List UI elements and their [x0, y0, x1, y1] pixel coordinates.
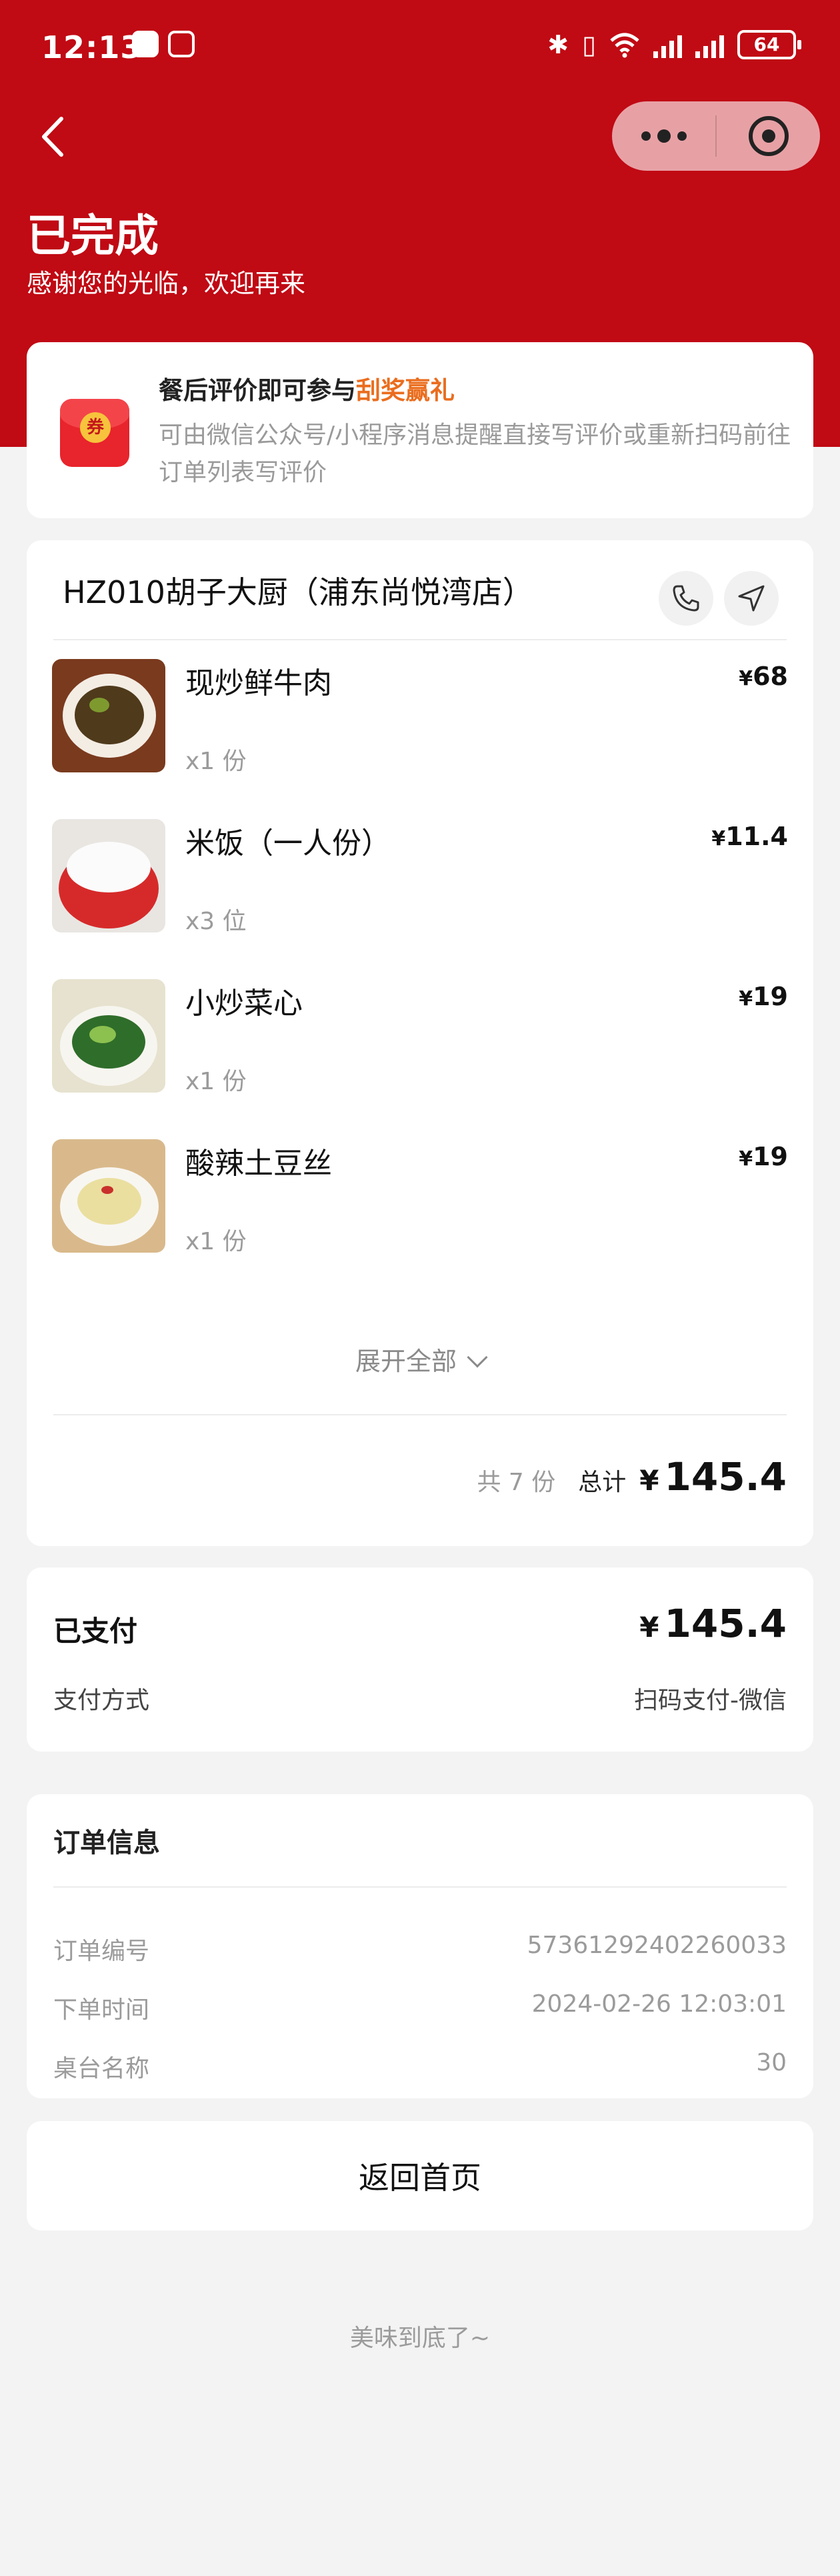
paid-label: 已支付	[53, 1615, 138, 1648]
battery-icon: 64	[737, 30, 801, 59]
dish-price: ¥19	[739, 1142, 788, 1171]
promo-title: 餐后评价即可参与刮奖赢礼	[159, 376, 455, 405]
payment-method-label: 支付方式	[53, 1687, 150, 1714]
navigate-store-button[interactable]	[724, 571, 779, 626]
total-amount: ¥145.4	[639, 1454, 787, 1499]
chevron-left-icon	[42, 117, 63, 157]
status-system-icons: ✱ ▯ 64	[547, 28, 801, 61]
signal-icon	[653, 31, 682, 58]
dish-price: ¥19	[739, 982, 788, 1011]
payment-method-value: 扫码支付-微信	[634, 1687, 787, 1714]
footer-note: 美味到底了~	[349, 2325, 491, 2352]
more-dot-icon	[677, 131, 687, 141]
info-row-order-number: 订单编号 57361292402260033	[53, 1932, 787, 1965]
dish-image	[52, 1139, 165, 1253]
info-row-order-time: 下单时间 2024-02-26 12:03:01	[53, 1990, 787, 2024]
more-dot-icon	[657, 129, 671, 143]
dish-price: ¥11.4	[711, 822, 788, 851]
chat-notification-icon	[132, 31, 159, 57]
order-info-title: 订单信息	[53, 1828, 160, 1858]
nfc-icon	[168, 31, 195, 57]
signal-icon-2	[695, 31, 724, 58]
coupon-red-envelope-icon: 券	[60, 392, 129, 467]
miniprogram-capsule	[612, 101, 820, 171]
vibrate-icon: ▯	[582, 30, 596, 59]
status-time: 12:13	[41, 29, 143, 65]
call-store-button[interactable]	[659, 571, 713, 626]
page-subtitle: 感谢您的光临，欢迎再来	[27, 269, 306, 298]
back-home-button[interactable]: 返回首页	[27, 2121, 813, 2230]
dish-item: 米饭（一人份） x3 位 ¥11.4	[52, 819, 788, 939]
payment-card: 已支付 ¥145.4 支付方式 扫码支付-微信	[27, 1567, 813, 1752]
more-dot-icon	[641, 131, 651, 141]
bluetooth-icon: ✱	[547, 30, 569, 59]
paid-amount: ¥145.4	[639, 1601, 787, 1646]
order-info-card: 订单信息 订单编号 57361292402260033 下单时间 2024-02…	[27, 1794, 813, 2098]
expand-all-button[interactable]: 展开全部	[27, 1341, 813, 1377]
status-bar: 12:13 ✱ ▯ 64	[0, 0, 840, 100]
dish-price: ¥68	[739, 662, 788, 691]
chevron-down-icon	[467, 1347, 488, 1368]
store-name: HZ010胡子大厨（浦东尚悦湾店）	[63, 574, 533, 610]
order-total: 共 7 份 总计 ¥145.4	[477, 1454, 787, 1499]
back-button[interactable]	[32, 113, 79, 160]
divider	[53, 639, 787, 640]
page-title: 已完成	[27, 210, 159, 261]
total-label: 总计	[578, 1469, 627, 1496]
close-miniprogram-button[interactable]	[717, 101, 820, 171]
more-button[interactable]	[612, 101, 715, 171]
target-icon	[748, 116, 789, 156]
order-card: HZ010胡子大厨（浦东尚悦湾店） 现炒鲜牛肉 x1 份 ¥68 米饭（一人份）…	[27, 540, 813, 1546]
phone-icon	[673, 585, 699, 612]
divider	[53, 1414, 787, 1415]
navigation-icon	[738, 585, 765, 612]
total-count: 共 7 份	[477, 1469, 556, 1496]
dish-image	[52, 659, 165, 772]
dish-image	[52, 979, 165, 1093]
promo-highlight: 刮奖赢礼	[356, 376, 455, 405]
wifi-icon	[610, 33, 639, 58]
dish-item: 现炒鲜牛肉 x1 份 ¥68	[52, 659, 788, 779]
divider	[53, 1886, 787, 1888]
status-notification-icons	[132, 31, 195, 57]
info-row-table-name: 桌台名称 30	[53, 2049, 787, 2082]
promo-description: 可由微信公众号/小程序消息提醒直接写评价或重新扫码前往订单列表写评价	[159, 422, 791, 486]
dish-image	[52, 819, 165, 932]
review-promo-card[interactable]: 券 餐后评价即可参与刮奖赢礼 可由微信公众号/小程序消息提醒直接写评价或重新扫码…	[27, 342, 813, 518]
dish-item: 酸辣土豆丝 x1 份 ¥19	[52, 1139, 788, 1259]
dish-item: 小炒菜心 x1 份 ¥19	[52, 979, 788, 1099]
